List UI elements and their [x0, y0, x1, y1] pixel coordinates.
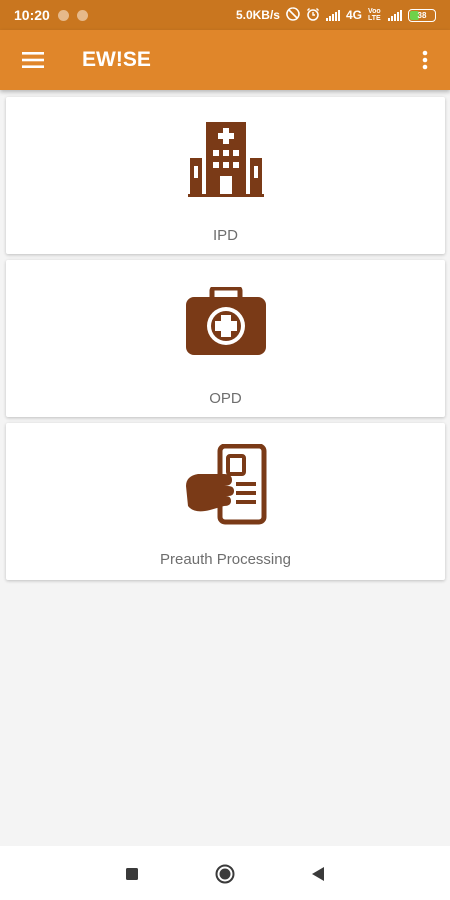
battery-icon: 38 [408, 8, 436, 22]
volte-indicator: Voo LTE [368, 8, 381, 22]
status-bar: 10:20 5.0KB/s 4G Voo LTE 38 [0, 0, 450, 30]
alarm-icon [306, 7, 320, 24]
app-title: EW!SE [82, 48, 151, 71]
card-label: IPD [212, 227, 238, 244]
notification-dot-icon [57, 9, 69, 21]
signal-strength-icon [388, 9, 402, 21]
triangle-back-icon[interactable] [308, 864, 328, 884]
square-recents-icon[interactable] [122, 864, 142, 884]
more-vert-icon[interactable] [400, 30, 450, 90]
medical-kit-icon [6, 282, 445, 362]
hospital-building-icon [6, 119, 445, 199]
system-nav-bar [0, 846, 450, 900]
signal-strength-icon [325, 9, 340, 21]
status-indicators: 5.0KB/s 4G Voo LTE 38 [235, 6, 436, 24]
data-saver-icon [286, 6, 300, 24]
hand-holding-card-icon [6, 444, 445, 525]
network-type: 4G [345, 8, 362, 22]
status-time: 10:20 [14, 7, 50, 23]
card-ipd[interactable]: IPD [6, 97, 445, 254]
network-speed: 5.0KB/s [235, 8, 280, 22]
app-bar: EW!SE [0, 30, 450, 90]
notification-dot-icon [76, 9, 88, 21]
card-label: Preauth Processing [160, 551, 291, 568]
card-preauth-processing[interactable]: Preauth Processing [6, 423, 445, 580]
card-opd[interactable]: OPD [6, 260, 445, 417]
card-label: OPD [209, 390, 242, 407]
hamburger-menu-icon[interactable] [0, 30, 66, 90]
circle-home-icon[interactable] [215, 864, 235, 884]
battery-level: 38 [417, 10, 427, 20]
